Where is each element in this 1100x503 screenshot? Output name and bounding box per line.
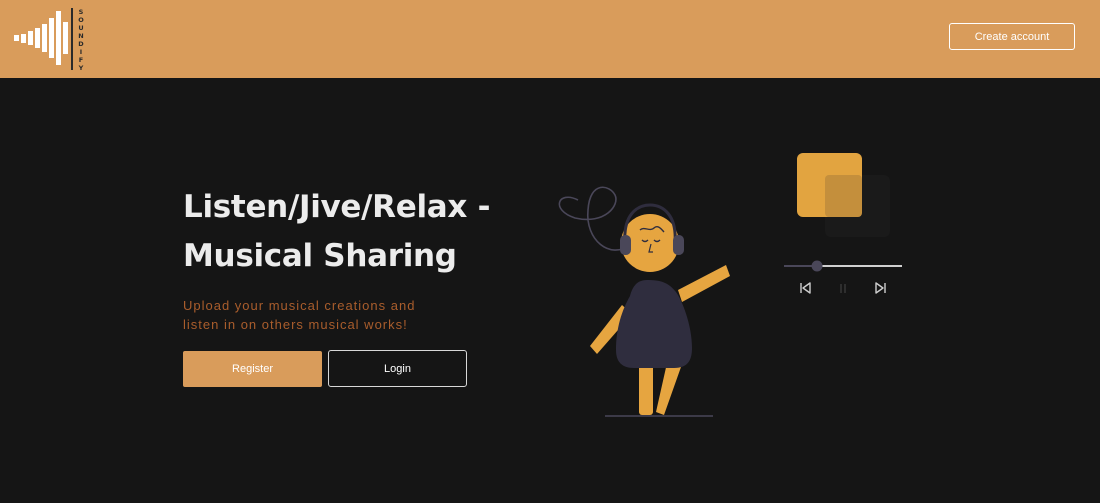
hero-title-line-2: Musical Sharing bbox=[183, 238, 457, 274]
soundify-logo[interactable]: SOUNDIFY bbox=[14, 8, 85, 72]
logo-bar bbox=[35, 28, 40, 48]
progress-knob bbox=[811, 260, 823, 272]
logo-bar bbox=[56, 11, 61, 65]
skip-forward-icon[interactable] bbox=[872, 281, 888, 297]
logo-wordmark-letter: D bbox=[78, 40, 84, 48]
headphone-left-cup bbox=[620, 235, 631, 255]
top-navigation-bar: SOUNDIFY Create account bbox=[0, 0, 1100, 78]
logo-bar bbox=[42, 24, 47, 52]
logo-wordmark-letter: S bbox=[78, 8, 84, 16]
hero-title: Listen/Jive/Relax - Musical Sharing bbox=[183, 183, 523, 281]
logo-divider bbox=[71, 8, 73, 70]
register-button[interactable]: Register bbox=[183, 351, 322, 387]
figure-right-leg bbox=[656, 363, 681, 415]
logo-bar bbox=[49, 18, 54, 58]
music-listener-illustration bbox=[558, 153, 902, 417]
headphone-cable bbox=[558, 186, 631, 251]
logo-wordmark-letter: N bbox=[78, 32, 84, 40]
skip-back-icon[interactable] bbox=[798, 281, 814, 297]
create-account-button[interactable]: Create account bbox=[949, 23, 1075, 50]
hero-subtitle-line-1: Upload your musical creations and bbox=[183, 298, 416, 313]
pause-icon[interactable] bbox=[836, 281, 850, 297]
hero-subtitle: Upload your musical creations and listen… bbox=[183, 296, 443, 334]
logo-bar bbox=[14, 35, 19, 41]
logo-wordmark-letter: Y bbox=[78, 64, 84, 72]
playback-progress-bar[interactable] bbox=[784, 260, 902, 272]
logo-bar bbox=[21, 34, 26, 43]
logo-wordmark-letter: O bbox=[78, 16, 84, 24]
logo-wordmark-letter: U bbox=[78, 24, 84, 32]
figure-left-leg bbox=[639, 363, 653, 415]
headphone-right-cup bbox=[673, 235, 684, 255]
logo-bar bbox=[28, 31, 33, 45]
figure-right-arm bbox=[678, 265, 730, 302]
logo-wordmark-letter: F bbox=[78, 56, 84, 64]
hero-title-line-1: Listen/Jive/Relax - bbox=[183, 189, 491, 225]
logo-wordmark-letter: I bbox=[79, 48, 83, 56]
logo-bar bbox=[63, 22, 68, 54]
login-button[interactable]: Login bbox=[328, 350, 467, 387]
album-card-overlay bbox=[825, 175, 862, 217]
logo-wordmark: SOUNDIFY bbox=[77, 8, 85, 72]
hero-subtitle-line-2: listen in on others musical works! bbox=[183, 317, 408, 332]
